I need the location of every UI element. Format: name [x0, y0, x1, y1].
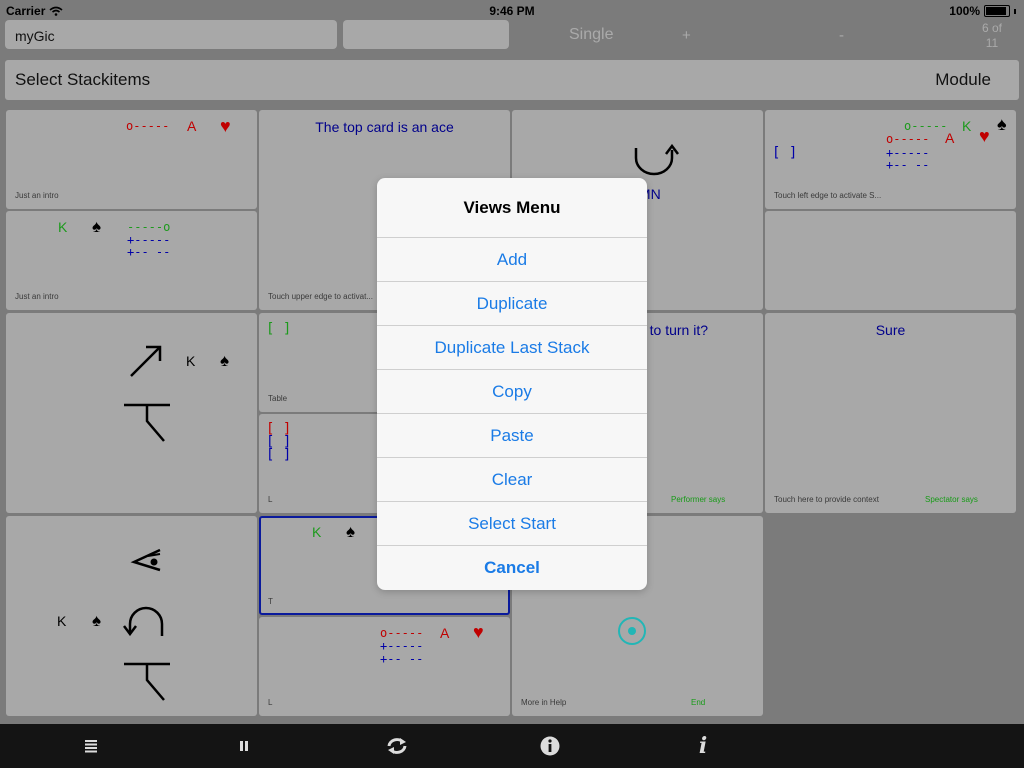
- card-caption: L: [268, 698, 273, 707]
- heart-icon: ♥: [979, 126, 990, 146]
- stack-card-4[interactable]: o----- K ♠ o----- A ♥ +----- +-- -- [ ] …: [765, 110, 1016, 209]
- card-caption: End: [691, 698, 706, 707]
- spade-icon: ♠: [346, 522, 356, 541]
- stack-card-10[interactable]: Sure Touch here to provide context Spect…: [765, 313, 1016, 513]
- card-rank: K: [962, 118, 972, 134]
- battery-status: 100%: [949, 4, 1016, 18]
- card-caption: Touch here to provide context: [774, 495, 879, 504]
- clock: 9:46 PM: [489, 4, 535, 18]
- stack-name-field[interactable]: myGic: [5, 20, 337, 49]
- menu-title: Views Menu: [377, 178, 647, 238]
- pause-icon[interactable]: [229, 734, 259, 758]
- stack-card-6[interactable]: [765, 211, 1016, 310]
- card-text: Sure: [875, 322, 906, 338]
- section-header: Select Stackitems Module: [5, 60, 1019, 100]
- card-caption: Spectator says: [925, 495, 978, 504]
- card-caption: Touch left edge to activate S...: [774, 191, 882, 200]
- module-button[interactable]: Module: [935, 70, 991, 90]
- minus-button[interactable]: -: [839, 27, 844, 44]
- spade-icon: ♠: [220, 351, 230, 370]
- card-caption: Table: [268, 394, 288, 403]
- menu-item-add[interactable]: Add: [377, 238, 647, 282]
- card-caption: L: [268, 495, 273, 504]
- card-text: The top card is an ace: [315, 119, 454, 135]
- menu-item-duplicate-last-stack[interactable]: Duplicate Last Stack: [377, 326, 647, 370]
- turn-back-icon: [123, 606, 164, 637]
- status-bar: Carrier 9:46 PM 100%: [0, 0, 1024, 22]
- stack-card-5[interactable]: K ♠ -----o +----- +-- -- Just an intro: [6, 211, 257, 310]
- arrow-up-right-icon: [130, 345, 162, 377]
- stack-card-14[interactable]: o----- A ♥ +----- +-- -- L: [259, 617, 510, 716]
- heart-icon: ♥: [473, 622, 484, 642]
- card-caption: Just an intro: [15, 292, 59, 301]
- card-rank: A: [945, 130, 955, 146]
- eye-gesture-icon: [130, 548, 161, 572]
- info-circle-icon[interactable]: [535, 734, 565, 758]
- stack-card-7[interactable]: K ♠: [6, 313, 257, 513]
- stack-card-12[interactable]: K ♠: [6, 516, 257, 716]
- refresh-icon[interactable]: [382, 734, 412, 758]
- stop-gesture-icon: [124, 662, 170, 701]
- spade-icon: ♠: [997, 114, 1007, 134]
- card-bracket: [ ]: [772, 145, 798, 161]
- card-line: +-- --: [886, 158, 930, 172]
- page-indicator: 6 of 11: [981, 21, 1002, 50]
- cancel-button[interactable]: Cancel: [377, 546, 647, 590]
- card-line: o-----: [126, 119, 170, 133]
- mode-single-button[interactable]: Single: [569, 26, 613, 44]
- plus-button[interactable]: +: [682, 27, 691, 44]
- card-rank: A: [440, 625, 450, 641]
- spade-icon: ♠: [92, 611, 102, 630]
- card-caption: Just an intro: [15, 191, 59, 200]
- card-caption: More in Help: [521, 698, 567, 707]
- card-caption: Performer says: [671, 495, 726, 504]
- card-line: o-----: [886, 132, 930, 146]
- card-caption: Touch upper edge to activat...: [268, 292, 373, 301]
- card-rank: K: [312, 524, 322, 540]
- list-icon[interactable]: [76, 734, 106, 758]
- spade-icon: ♠: [92, 217, 102, 236]
- card-caption: T: [268, 597, 273, 606]
- card-rank: K: [186, 353, 196, 369]
- stack-card-1[interactable]: o----- A ♥ Just an intro: [6, 110, 257, 209]
- menu-item-paste[interactable]: Paste: [377, 414, 647, 458]
- menu-item-select-start[interactable]: Select Start: [377, 502, 647, 546]
- heart-icon: ♥: [220, 116, 231, 136]
- target-icon: [618, 617, 646, 645]
- card-line: +-- --: [127, 245, 171, 259]
- section-title: Select Stackitems: [15, 70, 151, 89]
- menu-item-clear[interactable]: Clear: [377, 458, 647, 502]
- menu-item-duplicate[interactable]: Duplicate: [377, 282, 647, 326]
- stack-name-value: myGic: [15, 28, 55, 44]
- card-rank: A: [187, 118, 197, 134]
- views-menu-dialog: Views Menu Add Duplicate Duplicate Last …: [377, 178, 647, 590]
- battery-icon: [984, 5, 1010, 17]
- stop-gesture-icon: [124, 403, 170, 442]
- secondary-field[interactable]: [343, 20, 509, 49]
- menu-item-copy[interactable]: Copy: [377, 370, 647, 414]
- info-italic-icon[interactable]: i: [688, 733, 718, 759]
- card-bracket: [ ]: [266, 321, 292, 337]
- card-bracket: [ ]: [266, 447, 292, 463]
- bottom-toolbar: i: [0, 724, 1024, 768]
- card-rank: K: [57, 613, 67, 629]
- card-line: +-- --: [380, 652, 424, 666]
- u-turn-icon: [634, 144, 679, 176]
- card-rank: K: [58, 219, 68, 235]
